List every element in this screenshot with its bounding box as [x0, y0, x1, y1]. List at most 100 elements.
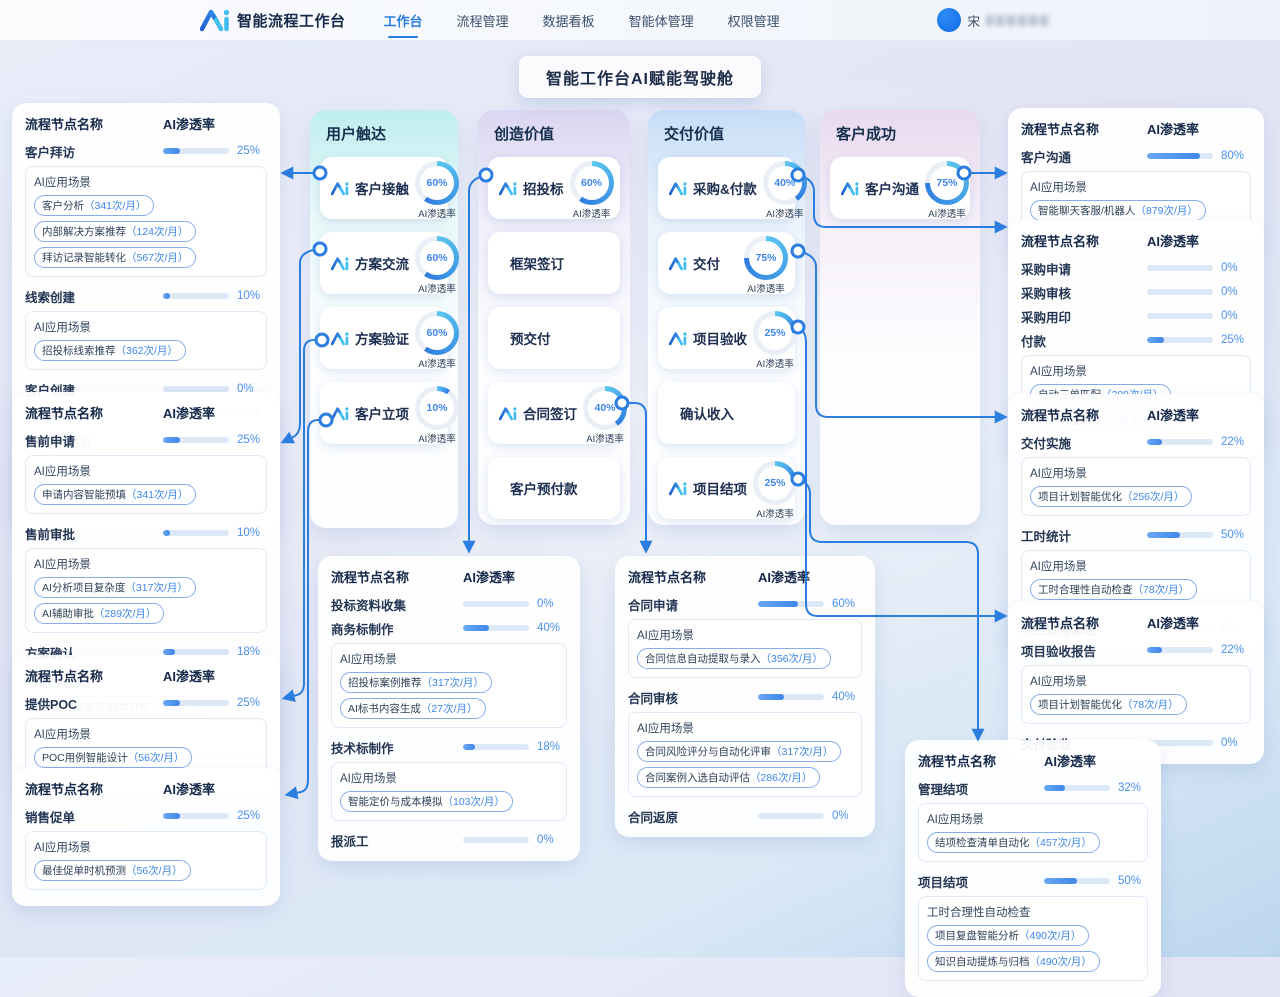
ai-scenario-chip[interactable]: 智能定价与成本模拟（103次/月） [340, 791, 513, 812]
panel-header: 流程节点名称AI渗透率 [1021, 119, 1251, 138]
chip-label: 招投标线索推荐 [42, 343, 116, 358]
ai-scenario-chip[interactable]: 结项检查清单自动化（457次/月） [927, 832, 1100, 853]
node-card[interactable]: 采购&付款40%AI渗透率 [658, 157, 795, 219]
process-node-row: 提供POC25% [25, 691, 267, 715]
ai-scenario-chip[interactable]: 智能聊天客服/机器人（879次/月） [1030, 200, 1206, 221]
nav-agent-mgmt[interactable]: 智能体管理 [627, 1, 696, 40]
process-node-name: 售前审批 [25, 524, 75, 543]
process-node-name: 采购用印 [1021, 307, 1071, 326]
node-card[interactable]: 客户沟通75%AI渗透率 [830, 157, 970, 219]
ai-scenario-chip[interactable]: 合同信息自动提取与录入（356次/月） [637, 648, 831, 669]
node-card[interactable]: 合同签订40%AI渗透率 [488, 382, 620, 444]
chip-count: （317次/月） [125, 580, 187, 595]
ai-scenario-chips: 智能定价与成本模拟（103次/月） [340, 791, 558, 812]
process-node-row: 售前申请25% [25, 428, 267, 452]
ai-scenario-chip[interactable]: AI标书内容生成（27次/月） [340, 698, 486, 719]
penetration-bar [758, 694, 824, 700]
penetration-meter: 25% [163, 434, 267, 446]
ai-scenario-chip[interactable]: 招投标线索推荐（362次/月） [34, 340, 186, 361]
stage-column-deliver-value: 交付价值采购&付款40%AI渗透率交付75%AI渗透率项目验收25%AI渗透率确… [648, 110, 805, 525]
nav-data-board[interactable]: 数据看板 [541, 1, 597, 40]
penetration-meter: 50% [1044, 875, 1148, 887]
penetration-col-header: AI渗透率 [163, 403, 267, 422]
user-avatar[interactable] [937, 8, 961, 32]
ai-scenario-chip[interactable]: AI分析项目复杂度（317次/月） [34, 577, 196, 598]
penetration-meter: 40% [463, 622, 567, 634]
node-card[interactable]: 客户预付款 [488, 457, 620, 519]
ai-scenario-chip[interactable]: 最佳促单时机预测（56次/月） [34, 860, 191, 881]
penetration-bar [163, 437, 229, 443]
chip-count: （879次/月） [1135, 203, 1197, 218]
node-card[interactable]: 客户立项10%AI渗透率 [320, 382, 448, 444]
ai-scenario-chip[interactable]: 知识自动提炼与归档（490次/月） [927, 951, 1100, 972]
penetration-value: 25% [1221, 334, 1244, 346]
node-card[interactable]: 招投标60%AI渗透率 [488, 157, 620, 219]
process-node-name: 提供POC [25, 694, 77, 713]
ai-scenario-chip[interactable]: 合同风险评分与自动化评审（317次/月） [637, 741, 841, 762]
penetration-value: 18% [537, 741, 560, 753]
ai-scenario-chip[interactable]: 项目复盘智能分析（490次/月） [927, 925, 1089, 946]
chip-label: 合同案例入选自动评估 [645, 770, 750, 785]
ai-scenario-chip[interactable]: 合同案例入选自动评估（286次/月） [637, 767, 820, 788]
donut-label: AI渗透率 [418, 281, 455, 295]
penetration-bar [1147, 647, 1213, 653]
ai-scenario-chip[interactable]: 客户分析（341次/月） [34, 195, 154, 216]
penetration-bar [163, 813, 229, 819]
penetration-col-header: AI渗透率 [1147, 119, 1251, 138]
chip-label: POC用例智能设计 [42, 750, 128, 765]
penetration-bar-fill [1147, 439, 1162, 445]
panel-header: 流程节点名称AI渗透率 [331, 567, 567, 586]
ai-scenario-chip[interactable]: 招投标案例推荐（317次/月） [340, 672, 492, 693]
penetration-value: 80% [1221, 150, 1244, 162]
process-node-row: 投标资料收集0% [331, 592, 567, 616]
penetration-bar-fill [463, 744, 475, 750]
user-area[interactable]: 宋 [937, 8, 1050, 32]
node-name-col-header: 流程节点名称 [25, 403, 103, 422]
donut-label: AI渗透率 [418, 206, 455, 220]
penetration-value: 0% [537, 598, 554, 610]
ai-scenario-chip[interactable]: 项目计划智能优化（256次/月） [1030, 486, 1192, 507]
node-card[interactable]: 方案交流60%AI渗透率 [320, 232, 448, 294]
process-node-name: 销售促单 [25, 807, 75, 826]
penetration-meter: 22% [1147, 436, 1251, 448]
process-node-row: 项目验收报告22% [1021, 638, 1251, 662]
ai-scenario-chip[interactable]: 拜访记录智能转化（567次/月） [34, 247, 196, 268]
process-node-name: 合同审核 [628, 688, 678, 707]
penetration-bar-fill [1147, 337, 1164, 343]
nav-process-mgmt[interactable]: 流程管理 [455, 1, 511, 40]
node-card[interactable]: 交付75%AI渗透率 [658, 232, 795, 294]
ai-logo-icon [200, 8, 230, 32]
process-node-row: 采购审核0% [1021, 280, 1251, 304]
stage-column-title: 创造价值 [478, 110, 630, 144]
donut-value: 25% [758, 466, 792, 500]
penetration-value: 0% [1221, 286, 1238, 298]
penetration-bar-fill [163, 148, 180, 154]
node-card[interactable]: 项目验收25%AI渗透率 [658, 307, 795, 369]
ai-scenario-chip[interactable]: POC用例智能设计（56次/月） [34, 747, 192, 768]
node-card[interactable]: 客户接触60%AI渗透率 [320, 157, 448, 219]
ai-scenario-chip[interactable]: 内部解决方案推荐（124次/月） [34, 221, 196, 242]
node-card[interactable]: 框架签订 [488, 232, 620, 294]
process-node-row: 商务标制作40% [331, 616, 567, 640]
node-card[interactable]: 项目结项25%AI渗透率 [658, 457, 795, 519]
chip-count: （27次/月） [421, 701, 478, 716]
nav-permission-mgmt[interactable]: 权限管理 [726, 1, 782, 40]
panel-header: 流程节点名称AI渗透率 [25, 114, 267, 133]
node-card[interactable]: 预交付 [488, 307, 620, 369]
chip-count: （103次/月） [443, 794, 505, 809]
node-card-title: 招投标 [523, 178, 564, 198]
ai-scenario-label: AI应用场景 [340, 770, 558, 786]
node-card-title: 客户预付款 [510, 478, 578, 498]
penetration-bar [1044, 878, 1110, 884]
node-card-title: 客户立项 [355, 403, 409, 423]
nav-workbench[interactable]: 工作台 [382, 1, 425, 40]
ai-scenario-chips: 结项检查清单自动化（457次/月） [927, 832, 1139, 853]
ai-scenario-chip[interactable]: 工时合理性自动检查（78次/月） [1030, 579, 1197, 600]
node-card[interactable]: 确认收入 [658, 382, 795, 444]
ai-scenario-chip[interactable]: 申请内容智能预填（341次/月） [34, 484, 196, 505]
node-card[interactable]: 方案验证60%AI渗透率 [320, 307, 448, 369]
ai-scenario-chip[interactable]: AI辅助审批（289次/月） [34, 603, 164, 624]
panel-closing: 流程节点名称AI渗透率管理结项32%AI应用场景结项检查清单自动化（457次/月… [905, 740, 1161, 997]
ai-scenario-chip[interactable]: 项目计划智能优化（78次/月） [1030, 694, 1187, 715]
process-node-row: 合同返原0% [628, 804, 862, 828]
